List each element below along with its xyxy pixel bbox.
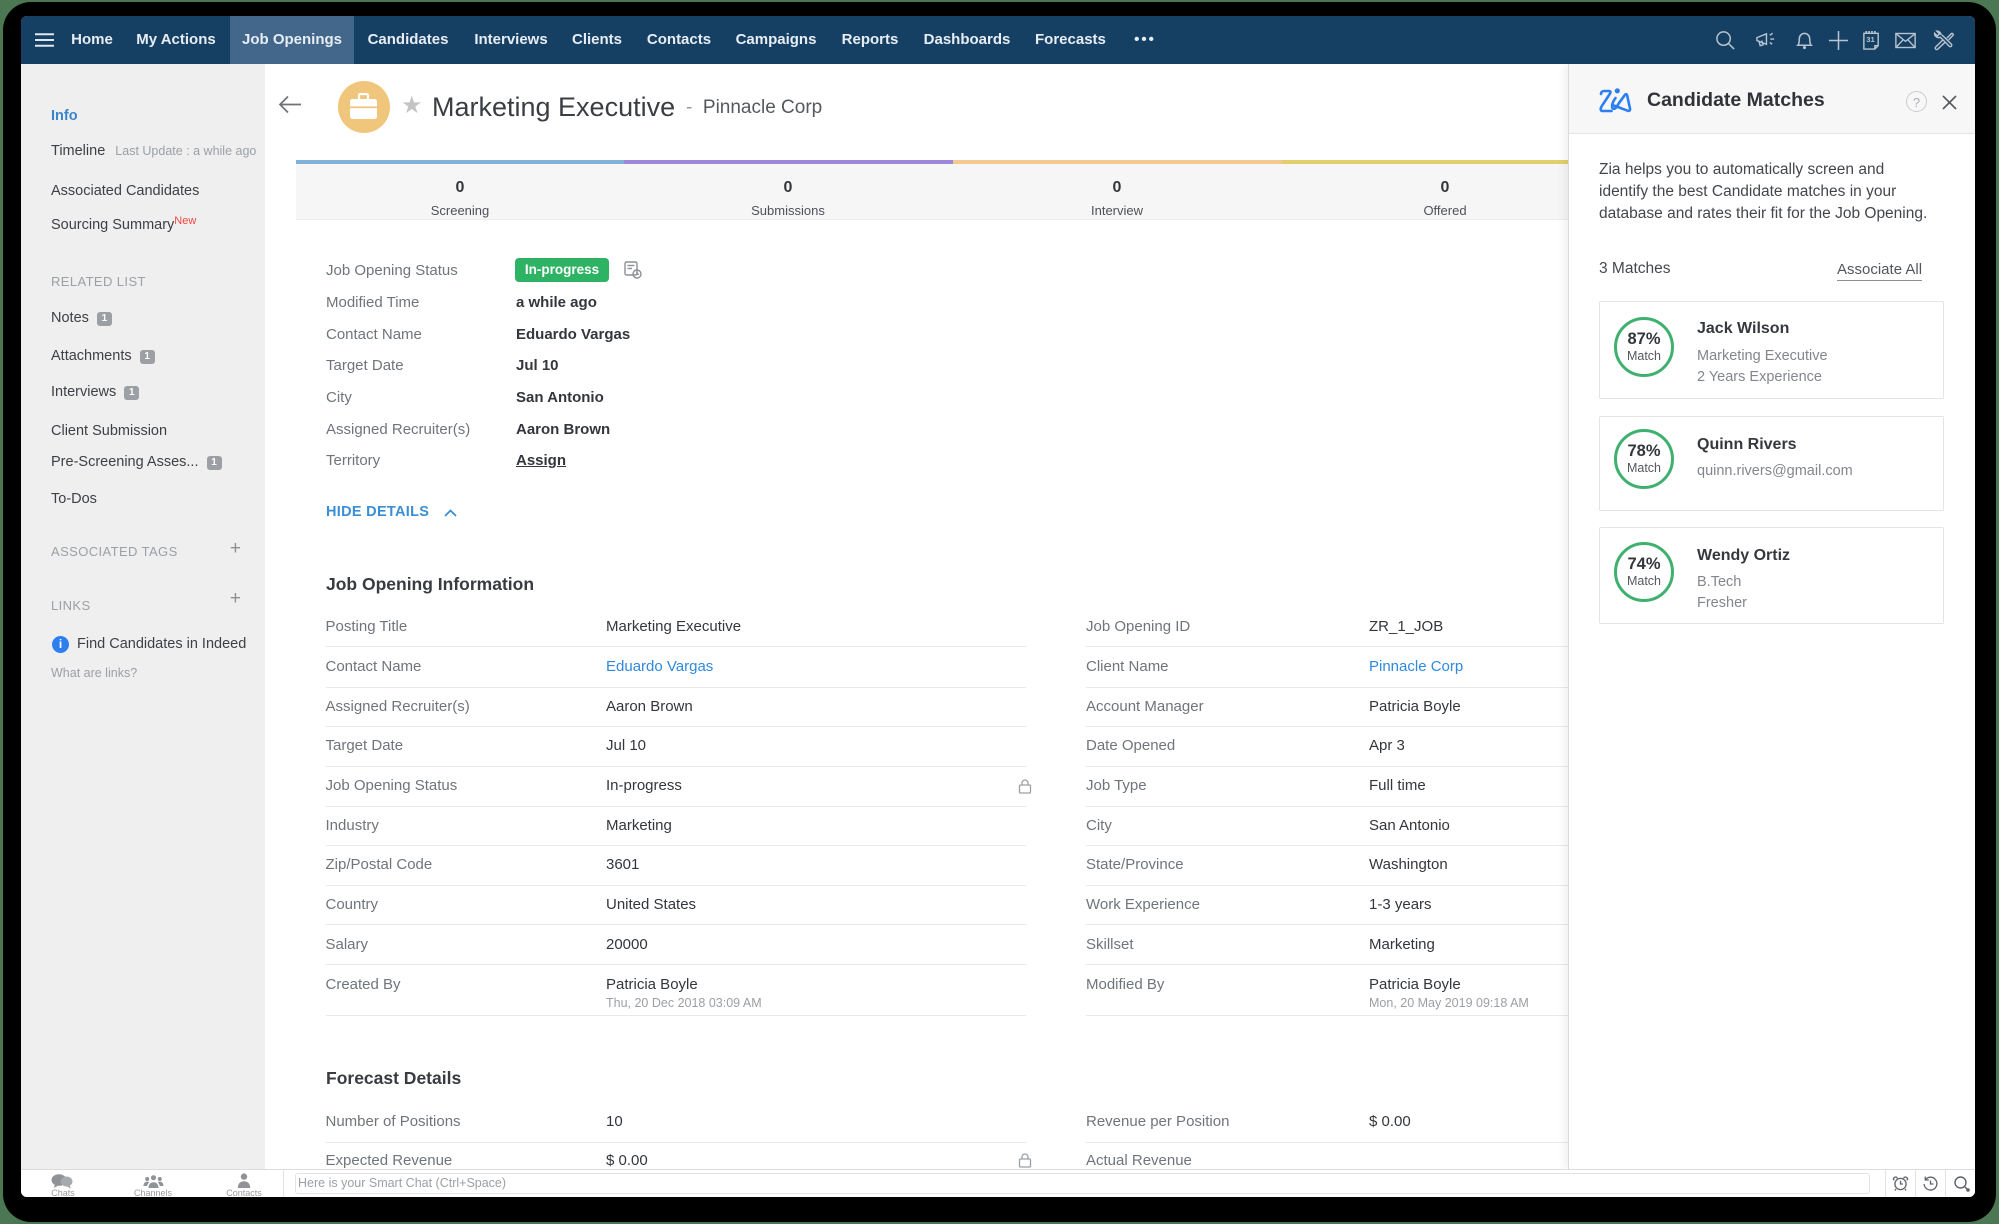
svg-text:31: 31 xyxy=(1866,35,1875,44)
